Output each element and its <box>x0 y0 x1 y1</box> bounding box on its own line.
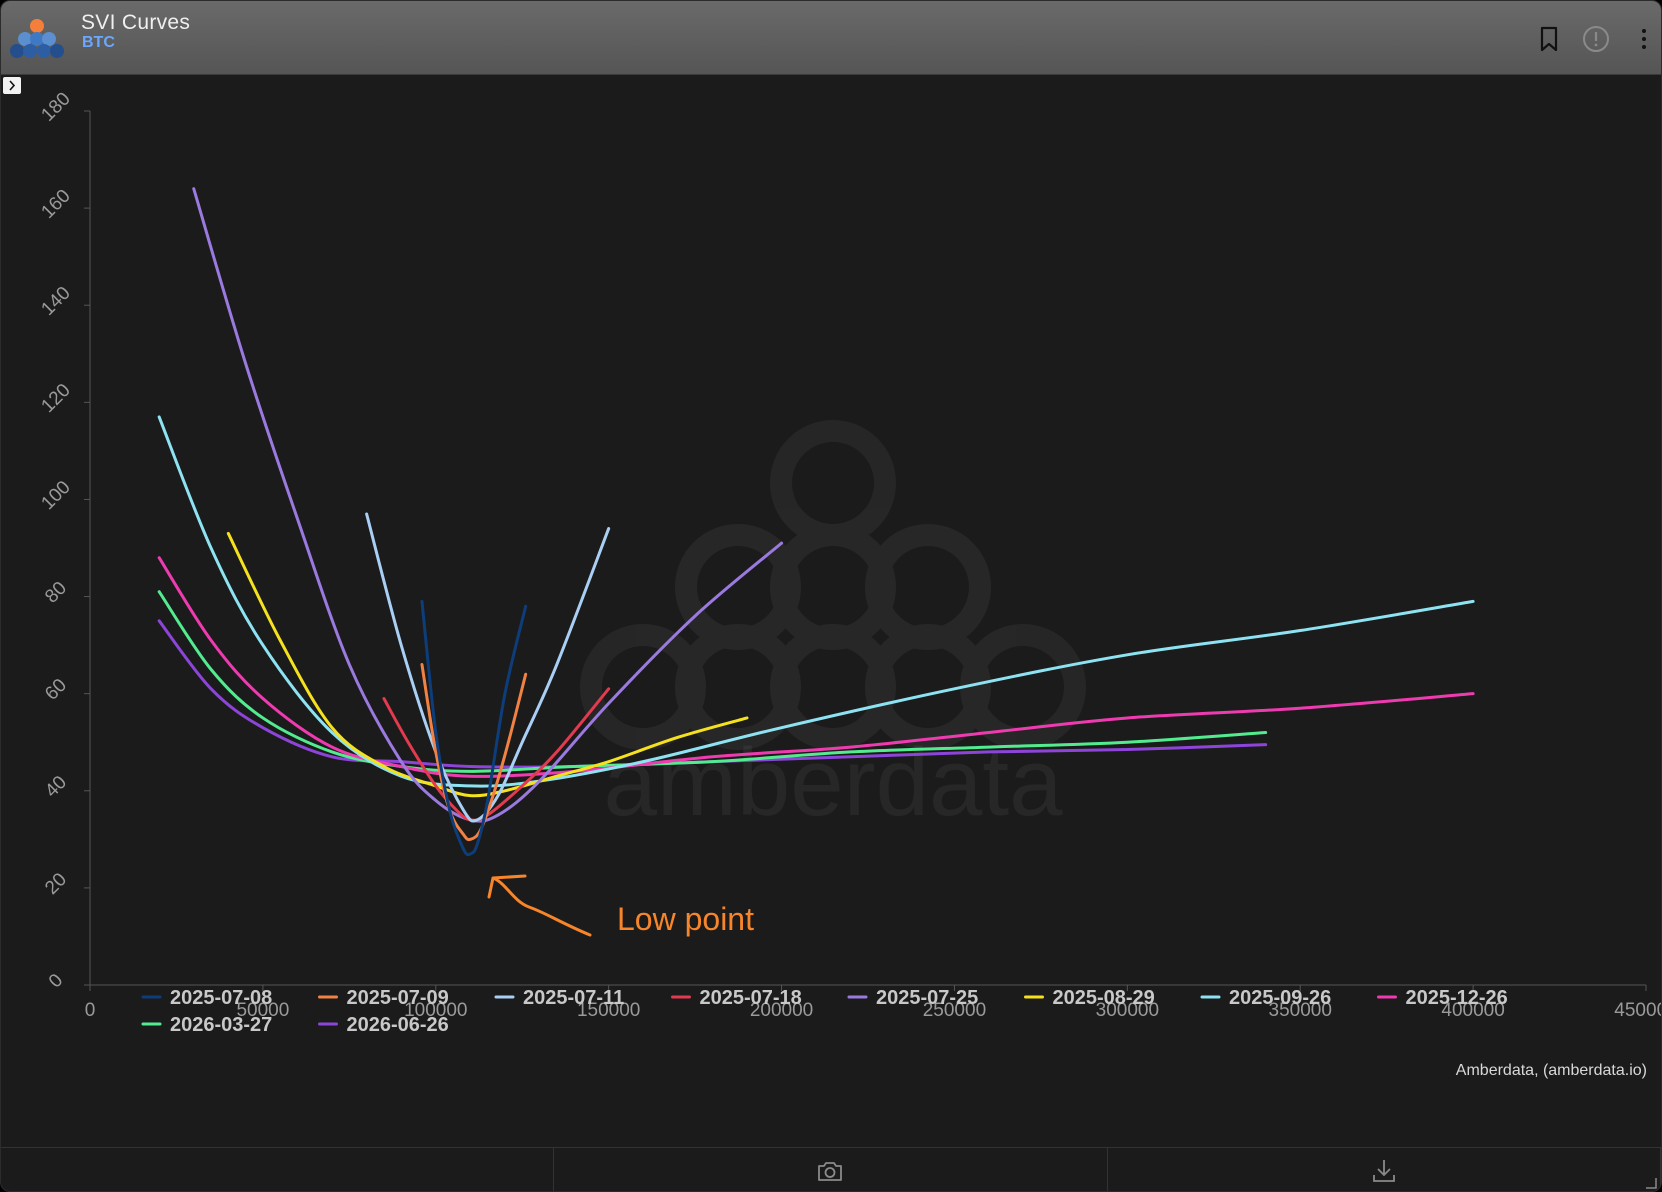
y-tick-label: 60 <box>41 675 71 705</box>
legend-item[interactable]: 2025-08-29 <box>1024 987 1155 1009</box>
window-footer <box>1 1147 1661 1191</box>
legend-label: 2026-06-26 <box>347 1014 449 1036</box>
alert-icon[interactable] <box>1581 23 1611 55</box>
window-header: SVI Curves BTC <box>1 1 1661 75</box>
amberdata-logo-icon <box>10 19 64 58</box>
y-tick-label: 20 <box>41 869 71 899</box>
svi-curves-window: SVI Curves BTC amberdata 0 50000 100000 150… <box>0 0 1662 1192</box>
legend-item[interactable]: 2025-07-11 <box>494 987 624 1009</box>
x-tick-label: 450000 <box>1614 1000 1662 1021</box>
legend-label: 2025-07-25 <box>876 987 978 1009</box>
more-vertical-icon[interactable] <box>1629 23 1659 55</box>
svi-chart: amberdata 0 50000 100000 150000 200000 250000… <box>37 88 1662 1079</box>
legend-label: 2025-07-18 <box>700 987 802 1009</box>
legend-item[interactable]: 2026-06-26 <box>318 1014 449 1036</box>
download-icon[interactable] <box>1369 1156 1399 1186</box>
legend-item[interactable]: 2025-07-25 <box>847 987 978 1009</box>
watermark-text: amberdata <box>604 729 1064 836</box>
legend-label: 2025-07-11 <box>523 987 624 1009</box>
y-tick-label: 80 <box>41 578 71 608</box>
annotation-text: Low point <box>617 901 754 937</box>
resize-handle-icon[interactable] <box>1645 1177 1657 1189</box>
x-tick-label: 0 <box>85 1000 96 1021</box>
y-tick-label: 0 <box>45 970 67 992</box>
y-tick-label: 120 <box>37 380 74 417</box>
legend-label: 2025-08-29 <box>1053 987 1155 1009</box>
y-tick-label: 180 <box>37 88 74 125</box>
annotation-arrow <box>487 874 592 937</box>
series-line-2025-07-08 <box>420 599 528 857</box>
credit-text: Amberdata, (amberdata.io) <box>1456 1062 1647 1079</box>
window-title: SVI Curves <box>81 11 191 34</box>
footer-cell-right <box>1108 1148 1661 1191</box>
y-tick-label: 40 <box>41 772 71 802</box>
legend-label: 2025-07-09 <box>347 987 449 1009</box>
footer-cell-left <box>1 1148 555 1191</box>
legend-item[interactable]: 2026-03-27 <box>141 1014 272 1036</box>
legend-item[interactable]: 2025-12-26 <box>1377 987 1508 1009</box>
legend-item[interactable]: 2025-07-18 <box>671 987 802 1009</box>
legend-label: 2025-07-08 <box>170 987 272 1009</box>
legend-label: 2025-12-26 <box>1406 987 1508 1009</box>
bookmark-icon[interactable] <box>1534 23 1564 55</box>
y-tick-label: 140 <box>37 283 74 320</box>
amberdata-watermark <box>580 420 1086 750</box>
y-tick-label: 160 <box>37 186 74 223</box>
legend-item[interactable]: 2025-09-26 <box>1200 987 1331 1009</box>
asset-subtitle: BTC <box>82 34 115 51</box>
legend-label: 2025-09-26 <box>1229 987 1331 1009</box>
low-point-annotation: Low point <box>487 874 754 937</box>
legend-item[interactable]: 2025-07-08 <box>141 987 272 1009</box>
footer-cell-middle <box>554 1148 1108 1191</box>
legend-item[interactable]: 2025-07-09 <box>318 987 449 1009</box>
camera-icon[interactable] <box>815 1156 845 1186</box>
chart-axes: 0 50000 100000 150000 200000 250000 300000 3500… <box>37 88 1662 1021</box>
legend-label: 2026-03-27 <box>170 1014 272 1036</box>
y-tick-label: 100 <box>37 477 74 514</box>
